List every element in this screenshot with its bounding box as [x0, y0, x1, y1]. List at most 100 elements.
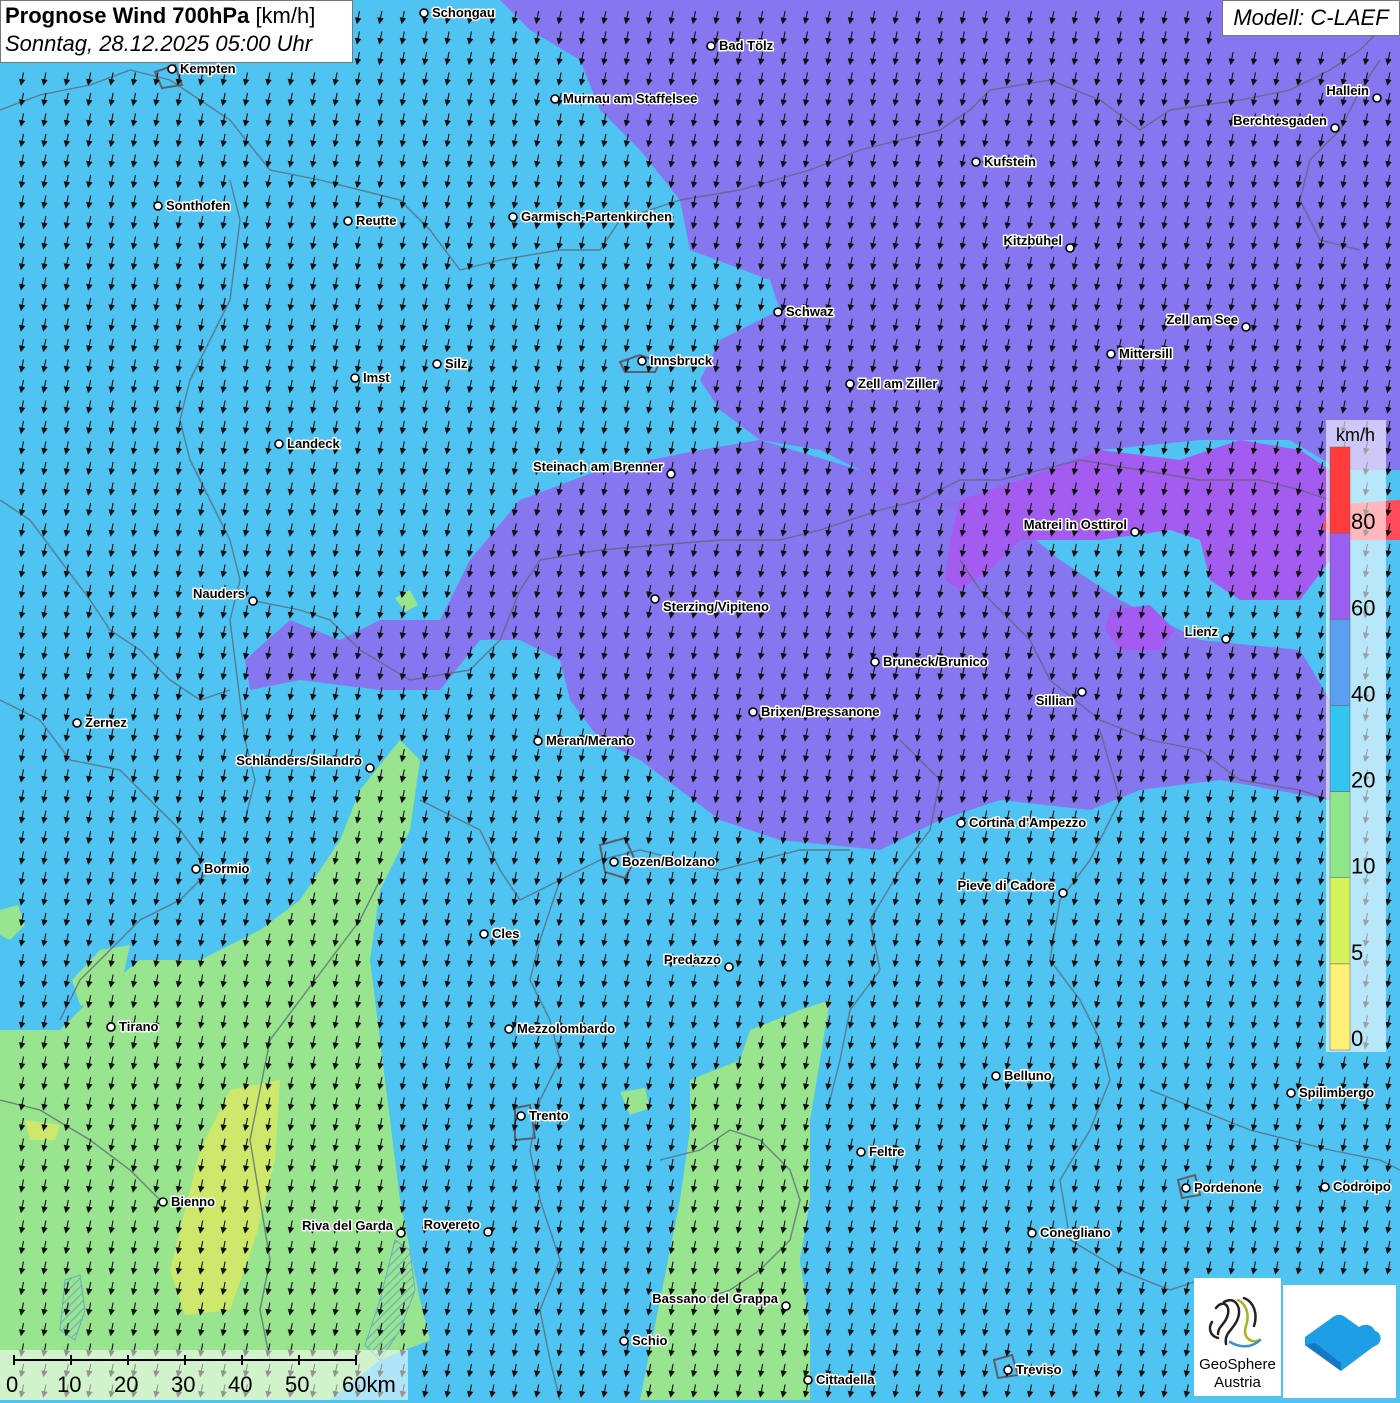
city-marker: Murnau am Staffelsee: [550, 90, 699, 108]
city-label: Murnau am Staffelsee: [563, 91, 697, 106]
map-title-box: Prognose Wind 700hPa [km/h] Sonntag, 28.…: [0, 0, 353, 63]
city-dot: [350, 373, 360, 383]
model-label: Modell: C-LAEF: [1222, 0, 1400, 36]
legend-tick-label: 10: [1351, 854, 1375, 879]
city-dot: [956, 818, 966, 828]
scale-bar: 0 10 20 30 40 50 60km: [0, 1350, 408, 1400]
legend-band: [1329, 619, 1351, 706]
city-dot: [167, 64, 177, 74]
city-label: Bruneck/Brunico: [883, 654, 988, 669]
city-dot: [773, 307, 783, 317]
city-dot: [343, 216, 353, 226]
city-label: Imst: [363, 370, 390, 385]
legend-tick-label: 20: [1351, 768, 1375, 793]
city-label: Hallein: [1326, 83, 1369, 98]
city-label: Zernez: [85, 715, 127, 730]
city-label: Zell am Ziller: [858, 376, 937, 391]
geosphere-logo: GeoSphere Austria: [1194, 1278, 1281, 1396]
city-label: Tirano: [119, 1019, 159, 1034]
city-dot: [483, 1227, 493, 1237]
city-dot: [1330, 123, 1340, 133]
city-label: Meran/Merano: [546, 733, 634, 748]
city-label: Kempten: [180, 61, 236, 76]
city-label: Kitzbühel: [1004, 233, 1063, 248]
city-label: Bassano del Grappa: [652, 1291, 778, 1306]
city-dot: [845, 379, 855, 389]
city-dot: [619, 1336, 629, 1346]
city-label: Feltre: [869, 1144, 904, 1159]
city-label: Cittadella: [816, 1372, 875, 1387]
city-dot: [508, 212, 518, 222]
city-dot: [609, 857, 619, 867]
city-dot: [419, 8, 429, 18]
city-dot: [1320, 1182, 1330, 1192]
city-dot: [1027, 1228, 1037, 1238]
legend-band: [1329, 963, 1351, 1051]
city-marker: Schongau: [419, 4, 496, 22]
city-marker: Garmisch-Partenkirchen: [508, 208, 674, 226]
city-label: Bormio: [204, 861, 250, 876]
city-dot: [153, 201, 163, 211]
city-label: Zell am See: [1166, 312, 1238, 327]
city-dot: [72, 718, 82, 728]
city-dot: [637, 356, 647, 366]
city-label: Belluno: [1004, 1068, 1052, 1083]
city-dot: [870, 657, 880, 667]
city-marker: Brixen/Bressanone: [748, 703, 881, 721]
city-label: Conegliano: [1040, 1225, 1111, 1240]
city-dot: [1181, 1183, 1191, 1193]
city-dot: [396, 1228, 406, 1238]
city-dot: [1221, 634, 1231, 644]
city-label: Bienno: [171, 1194, 215, 1209]
city-dot: [1130, 527, 1140, 537]
scale-label: 30: [171, 1372, 195, 1397]
city-dot: [1077, 687, 1087, 697]
geosphere-country: Austria: [1214, 1374, 1261, 1391]
geosphere-emblem-icon: [1208, 1296, 1262, 1348]
city-label: Sonthofen: [166, 198, 230, 213]
city-label: Landeck: [287, 436, 341, 451]
scale-label: 40: [228, 1372, 252, 1397]
city-marker: Pordenone: [1181, 1179, 1263, 1197]
city-dot: [650, 594, 660, 604]
city-label: Pordenone: [1194, 1180, 1262, 1195]
city-dot: [856, 1147, 866, 1157]
city-dot: [781, 1301, 791, 1311]
city-marker: Zell am Ziller: [845, 375, 939, 393]
city-label: Lienz: [1185, 624, 1219, 639]
city-dot: [504, 1024, 514, 1034]
city-marker: Spilimbergo: [1286, 1084, 1376, 1102]
scale-label: 50: [285, 1372, 309, 1397]
city-dot: [991, 1071, 1001, 1081]
city-dot: [516, 1111, 526, 1121]
city-label: Kufstein: [984, 154, 1036, 169]
city-marker: Bruneck/Brunico: [870, 653, 989, 671]
city-label: Brixen/Bressanone: [761, 704, 880, 719]
map-title-unit: [km/h]: [255, 3, 316, 28]
city-dot: [365, 763, 375, 773]
city-label: Steinach am Brenner: [533, 459, 663, 474]
city-dot: [432, 359, 442, 369]
map-title: Prognose Wind 700hPa [km/h]: [5, 3, 348, 29]
city-dot: [971, 157, 981, 167]
city-dot: [550, 94, 560, 104]
city-label: Sillian: [1036, 693, 1074, 708]
scale-label: 0: [6, 1372, 18, 1397]
city-label: Matrei in Osttirol: [1024, 517, 1127, 532]
city-label: Bad Tölz: [719, 38, 774, 53]
city-dot: [748, 707, 758, 717]
city-label: Schlanders/Silandro: [236, 753, 362, 768]
city-marker: Sonthofen: [153, 197, 232, 215]
legend-tick-label: 5: [1351, 940, 1363, 965]
city-marker: Mezzolombardo: [504, 1020, 617, 1038]
city-marker: Meran/Merano: [533, 732, 636, 750]
city-dot: [1058, 888, 1068, 898]
city-label: Schio: [632, 1333, 667, 1348]
cloud-app-icon: [1305, 1314, 1381, 1371]
city-dot: [1372, 93, 1382, 103]
city-label: Pieve di Cadore: [957, 878, 1055, 893]
legend-unit: km/h: [1336, 425, 1375, 445]
legend-tick-label: 40: [1351, 681, 1375, 706]
city-label: Riva del Garda: [302, 1218, 394, 1233]
city-label: Cortina d'Ampezzo: [969, 815, 1086, 830]
